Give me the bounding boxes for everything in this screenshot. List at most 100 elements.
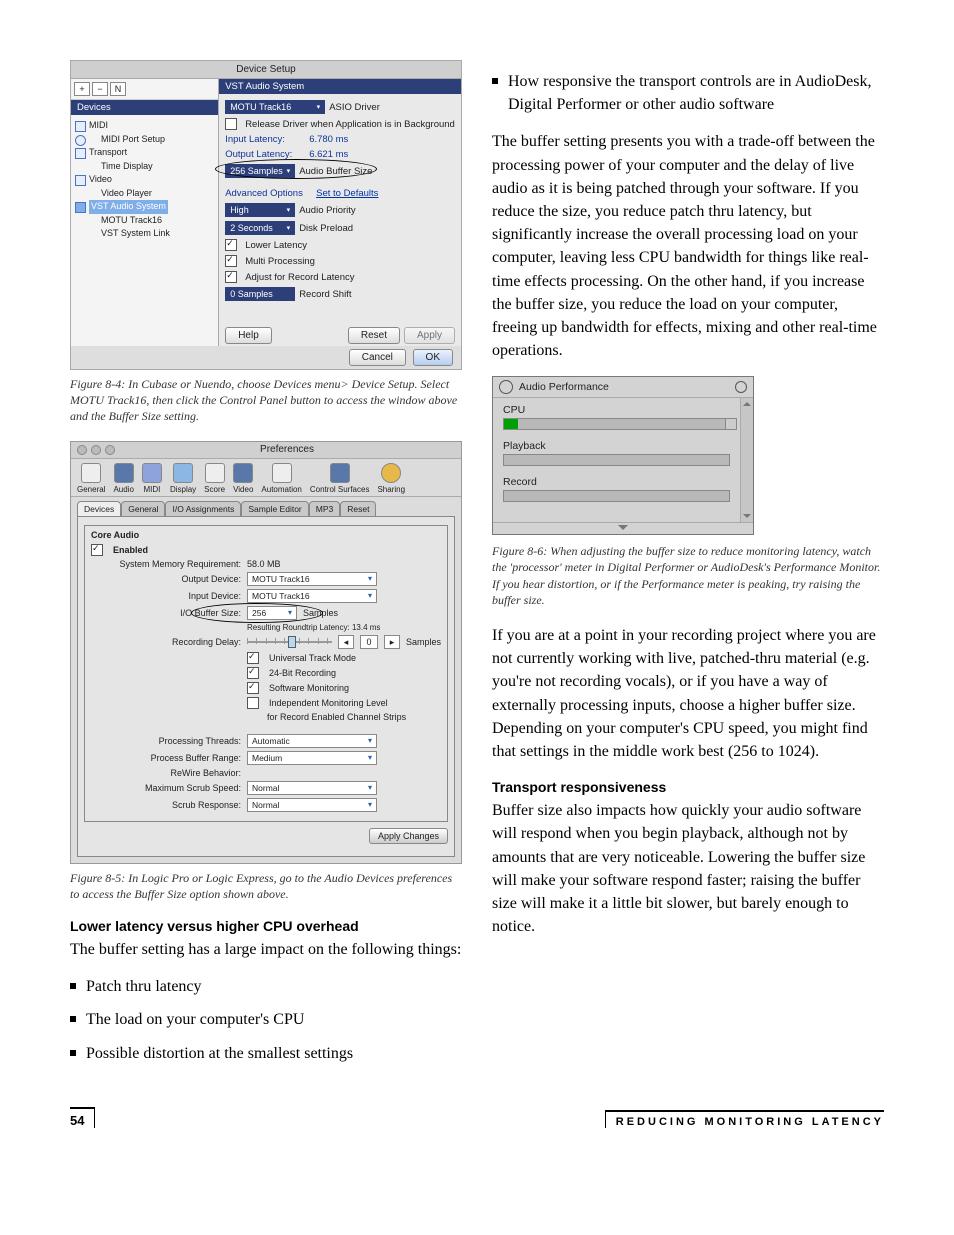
lower-latency-checkbox[interactable] — [225, 239, 237, 251]
section-lower-latency: Lower latency versus higher CPU overhead — [70, 918, 462, 934]
scroll-up-icon[interactable] — [743, 402, 751, 406]
tb-csurf-icon[interactable] — [330, 463, 350, 483]
para-transport: Buffer size also impacts how quickly you… — [492, 799, 884, 938]
outdev-select[interactable]: MOTU Track16▾ — [247, 572, 377, 586]
collapse-icon[interactable] — [618, 525, 628, 530]
tab-devices[interactable]: Devices — [77, 501, 121, 516]
recdelay-slider[interactable] — [247, 637, 332, 647]
tree-video[interactable]: Video — [89, 174, 112, 184]
record-meter — [503, 490, 730, 502]
bit24-checkbox[interactable] — [247, 667, 259, 679]
bullet: Possible distortion at the smallest sett… — [70, 1042, 462, 1065]
indep-checkbox[interactable] — [247, 697, 259, 709]
tree-vst-audio[interactable]: VST Audio System — [89, 200, 168, 214]
enabled-label: Enabled — [113, 545, 148, 555]
para-tradeoff: The buffer setting presents you with a t… — [492, 130, 884, 362]
tb-general-icon[interactable] — [81, 463, 101, 483]
disk-preload-select[interactable]: 2 Seconds▾ — [225, 221, 295, 235]
pthreads-select[interactable]: Automatic▾ — [247, 734, 377, 748]
gear-icon[interactable] — [499, 380, 513, 394]
scrub-resp-label: Scrub Response: — [91, 800, 241, 810]
tab-io[interactable]: I/O Assignments — [165, 501, 241, 516]
para-lower-latency: The buffer setting has a large impact on… — [70, 938, 462, 961]
utm-checkbox[interactable] — [247, 652, 259, 664]
audio-priority-select[interactable]: High▾ — [225, 203, 295, 217]
core-audio-header: Core Audio — [91, 530, 441, 540]
indev-select[interactable]: MOTU Track16▾ — [247, 589, 377, 603]
adjust-record-checkbox[interactable] — [225, 271, 237, 283]
cpu-meter — [503, 418, 730, 430]
bullet: Patch thru latency — [70, 975, 462, 998]
tb-midi-icon[interactable] — [142, 463, 162, 483]
remove-button[interactable]: − — [92, 82, 108, 96]
record-shift-field[interactable]: 0 Samples — [225, 287, 295, 301]
ok-button[interactable]: OK — [413, 349, 453, 366]
para-point: If you are at a point in your recording … — [492, 624, 884, 763]
buffer-size-select[interactable]: 256 Samples▾ — [225, 164, 295, 178]
list-button[interactable]: N — [110, 82, 126, 96]
scrub-speed-select[interactable]: Normal▾ — [247, 781, 377, 795]
tree-time-display[interactable]: Time Display — [101, 161, 153, 171]
tb-sharing-icon[interactable] — [381, 463, 401, 483]
multi-processing-checkbox[interactable] — [225, 255, 237, 267]
audio-priority-label: Audio Priority — [299, 205, 356, 216]
recdelay-label: Recording Delay: — [91, 637, 241, 647]
tab-sample-editor[interactable]: Sample Editor — [241, 501, 308, 516]
menu-icon[interactable] — [735, 381, 747, 393]
record-label: Record — [503, 476, 730, 488]
mac-min-icon[interactable] — [91, 445, 101, 455]
tb-audio-icon[interactable] — [114, 463, 134, 483]
help-button[interactable]: Help — [225, 327, 272, 344]
tb-score-icon[interactable] — [205, 463, 225, 483]
tb-display-icon[interactable] — [173, 463, 193, 483]
add-button[interactable]: + — [74, 82, 90, 96]
output-latency-value: 6.621 ms — [309, 149, 348, 160]
advanced-label: Advanced Options — [225, 188, 303, 199]
tree-video-player[interactable]: Video Player — [101, 188, 152, 198]
tb-automation-icon[interactable] — [272, 463, 292, 483]
recdelay-inc[interactable]: ▸ — [384, 635, 400, 649]
fig85-toolbar: General Audio MIDI Display Score Video A… — [71, 459, 461, 497]
asio-driver-select[interactable]: MOTU Track16▾ — [225, 100, 325, 114]
enabled-checkbox[interactable] — [91, 544, 103, 556]
utm-label: Universal Track Mode — [269, 653, 356, 663]
release-driver-label: Release Driver when Application is in Ba… — [245, 119, 455, 130]
indep-label: Independent Monitoring Level — [269, 698, 388, 708]
tab-mp3[interactable]: MP3 — [309, 501, 340, 516]
asio-driver-label: ASIO Driver — [329, 102, 380, 113]
tree-motu[interactable]: MOTU Track16 — [101, 215, 162, 225]
swmon-checkbox[interactable] — [247, 682, 259, 694]
cancel-button[interactable]: Cancel — [349, 349, 406, 366]
set-defaults-link[interactable]: Set to Defaults — [316, 188, 378, 199]
recdelay-value: 0 — [360, 635, 378, 649]
tree-transport[interactable]: Transport — [89, 147, 127, 157]
pthreads-label: Processing Threads: — [91, 736, 241, 746]
pbr-select[interactable]: Medium▾ — [247, 751, 377, 765]
release-driver-checkbox[interactable] — [225, 118, 237, 130]
fig84-title: Device Setup — [71, 61, 461, 79]
tab-general[interactable]: General — [121, 501, 165, 516]
tree-syslink[interactable]: VST System Link — [101, 228, 170, 238]
indev-label: Input Device: — [91, 591, 241, 601]
tree-midi[interactable]: MIDI — [89, 120, 108, 130]
playback-label: Playback — [503, 440, 730, 452]
reset-button[interactable]: Reset — [348, 327, 400, 344]
tb-video-icon[interactable] — [233, 463, 253, 483]
mac-zoom-icon[interactable] — [105, 445, 115, 455]
mac-close-icon[interactable] — [77, 445, 87, 455]
tree-midi-port[interactable]: MIDI Port Setup — [101, 134, 165, 144]
apply-button[interactable]: Apply — [404, 327, 455, 344]
adjust-record-label: Adjust for Record Latency — [245, 272, 354, 283]
tab-reset[interactable]: Reset — [340, 501, 376, 516]
figure-8-6: Audio Performance CPU Playback Record — [492, 376, 754, 535]
recdelay-unit: Samples — [406, 637, 441, 647]
apply-changes-button[interactable]: Apply Changes — [369, 828, 448, 844]
scrub-resp-select[interactable]: Normal▾ — [247, 798, 377, 812]
recdelay-dec[interactable]: ◂ — [338, 635, 354, 649]
section-transport: Transport responsiveness — [492, 779, 884, 795]
scroll-down-icon[interactable] — [743, 514, 751, 518]
swmon-label: Software Monitoring — [269, 683, 349, 693]
sysmem-value: 58.0 MB — [247, 559, 281, 569]
figure-8-5-caption: Figure 8-5: In Logic Pro or Logic Expres… — [70, 870, 462, 902]
figure-8-6-caption: Figure 8-6: When adjusting the buffer si… — [492, 543, 884, 608]
